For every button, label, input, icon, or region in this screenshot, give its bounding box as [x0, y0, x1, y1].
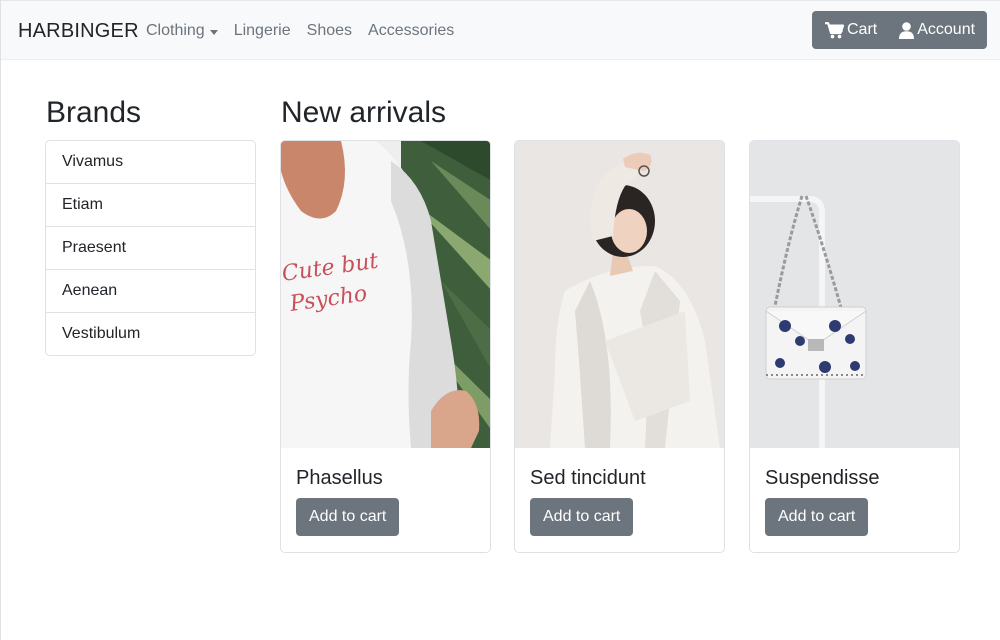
- brand-item-vivamus[interactable]: Vivamus: [46, 141, 255, 184]
- shopping-cart-icon: [825, 21, 844, 39]
- nav-clothing-label: Clothing: [146, 22, 205, 39]
- brand-item-praesent[interactable]: Praesent: [46, 227, 255, 270]
- nav-button-group: Cart Account: [812, 11, 987, 49]
- product-card: Sed tincidunt Add to cart: [514, 140, 725, 553]
- cart-label: Cart: [847, 21, 878, 38]
- product-title: Sed tincidunt: [530, 467, 646, 489]
- nav-accessories[interactable]: Accessories: [368, 22, 454, 40]
- caret-down-icon: [209, 29, 218, 35]
- add-to-cart-button[interactable]: Add to cart: [765, 498, 869, 536]
- product-image-handbag[interactable]: [750, 141, 959, 448]
- account-button[interactable]: Account: [899, 21, 975, 39]
- nav-clothing-dropdown[interactable]: Clothing: [146, 22, 218, 40]
- brands-list: Vivamus Etiam Praesent Aenean Vestibulum: [45, 140, 256, 356]
- add-to-cart-button[interactable]: Add to cart: [296, 498, 400, 536]
- brands-heading: Brands: [46, 96, 142, 129]
- main-nav: Clothing Lingerie Shoes Accessories: [146, 22, 470, 40]
- brand-item-vestibulum[interactable]: Vestibulum: [46, 313, 255, 355]
- product-image-white-outfit[interactable]: [515, 141, 724, 448]
- product-image-sweatshirt[interactable]: Cute but Psycho: [281, 141, 490, 448]
- brand-item-etiam[interactable]: Etiam: [46, 184, 255, 227]
- nav-shoes[interactable]: Shoes: [307, 22, 352, 40]
- account-label: Account: [917, 21, 976, 38]
- cart-button[interactable]: Cart: [825, 21, 877, 39]
- product-title: Suspendisse: [765, 467, 880, 489]
- add-to-cart-button[interactable]: Add to cart: [530, 498, 634, 536]
- top-navbar: HARBINGER Clothing Lingerie Shoes Access…: [1, 0, 1000, 60]
- product-card: Suspendisse Add to cart: [749, 140, 960, 553]
- new-arrivals-heading: New arrivals: [281, 96, 447, 129]
- brand-logo[interactable]: HARBINGER: [18, 20, 139, 43]
- nav-lingerie[interactable]: Lingerie: [234, 22, 291, 40]
- product-card: Cute but Psycho Phasellus Add to cart: [280, 140, 491, 553]
- user-icon: [899, 21, 915, 39]
- brand-item-aenean[interactable]: Aenean: [46, 270, 255, 313]
- product-title: Phasellus: [296, 467, 383, 489]
